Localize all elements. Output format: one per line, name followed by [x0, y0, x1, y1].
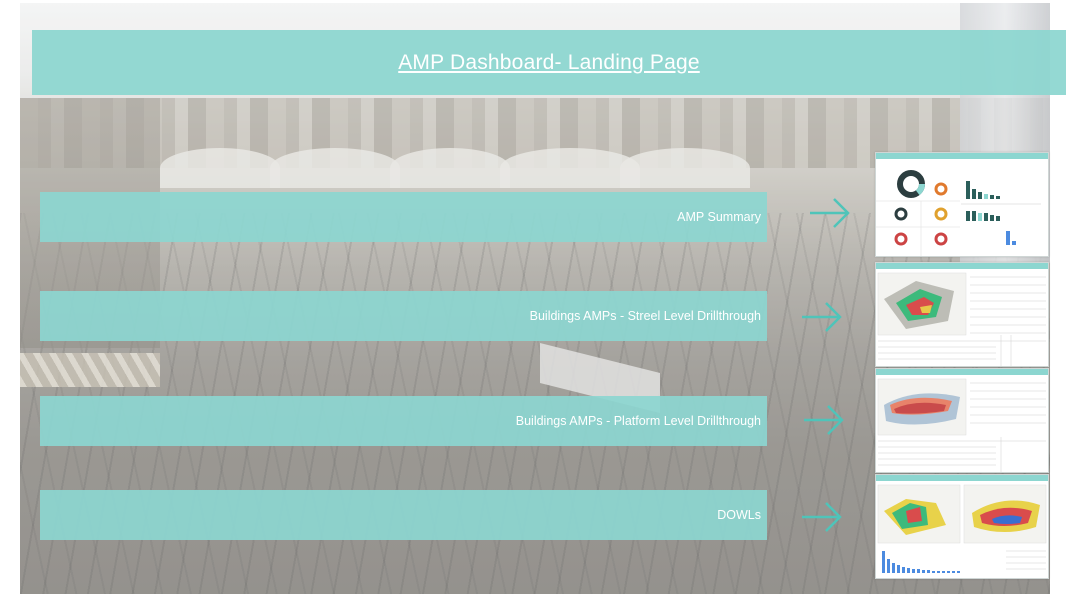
- dowls-thumbnail[interactable]: [875, 474, 1049, 579]
- street-level-thumbnail[interactable]: [875, 262, 1049, 367]
- arrow-right-icon: [802, 502, 842, 532]
- arrow-right-icon: [804, 405, 844, 435]
- dowls-button[interactable]: DOWLs: [40, 490, 767, 540]
- platform-level-thumbnail[interactable]: [875, 368, 1049, 473]
- arrow-right-icon: [802, 302, 842, 332]
- platform-level-drillthrough-button[interactable]: Buildings AMPs - Platform Level Drillthr…: [40, 396, 767, 446]
- summary-preview-graphic: [876, 170, 1041, 256]
- platform-level-label: Buildings AMPs - Platform Level Drillthr…: [515, 414, 761, 428]
- page-title-banner: AMP Dashboard- Landing Page: [32, 30, 1066, 95]
- amp-summary-thumbnail[interactable]: [875, 152, 1049, 257]
- dowls-preview-graphic: [877, 484, 1047, 573]
- street-level-drillthrough-button[interactable]: Buildings AMPs - Streel Level Drillthrou…: [40, 291, 767, 341]
- amp-summary-button[interactable]: AMP Summary: [40, 192, 767, 242]
- arrow-right-icon: [810, 198, 850, 228]
- platform-level-preview-graphic: [877, 378, 1046, 472]
- amp-summary-label: AMP Summary: [677, 210, 761, 224]
- dowls-label: DOWLs: [717, 508, 761, 522]
- page-title: AMP Dashboard- Landing Page: [398, 50, 700, 74]
- street-level-preview-graphic: [877, 272, 1046, 366]
- street-level-label: Buildings AMPs - Streel Level Drillthrou…: [529, 309, 761, 323]
